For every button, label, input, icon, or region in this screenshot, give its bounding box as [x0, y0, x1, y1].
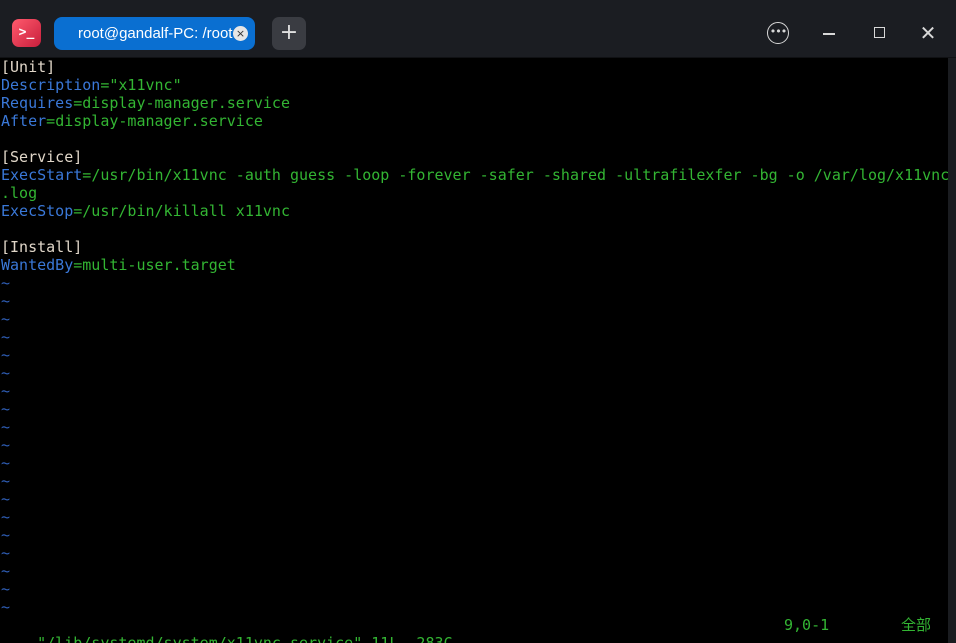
- editor-line: [Service]: [0, 148, 949, 166]
- empty-line-tilde: ~: [1, 328, 11, 346]
- section-header: [Install]: [1, 238, 83, 256]
- editor-line: After=display-manager.service: [0, 112, 949, 130]
- maximize-button[interactable]: [869, 22, 891, 44]
- empty-line-tilde: ~: [1, 508, 11, 526]
- config-separator: =: [82, 166, 92, 184]
- editor-line: [Unit]: [0, 58, 949, 76]
- empty-line-tilde: ~: [1, 544, 11, 562]
- config-value: .log: [1, 184, 38, 202]
- window-edge: [948, 58, 956, 643]
- empty-line-tilde: ~: [1, 526, 11, 544]
- empty-line-tilde: ~: [1, 562, 11, 580]
- empty-line-tilde: ~: [1, 400, 11, 418]
- empty-line-tilde: ~: [1, 580, 11, 598]
- editor-buffer: [Unit] Description="x11vnc" Requires=displ…: [0, 58, 949, 616]
- terminal-icon[interactable]: >_: [12, 19, 41, 47]
- editor-line: ExecStop=/usr/bin/killall x11vnc: [0, 202, 949, 220]
- status-file-info: "/lib/systemd/system/x11vnc.service" 11L…: [37, 634, 453, 643]
- title-bar: >_ root@gandalf-PC: /root × + ••• ✕: [0, 0, 956, 58]
- empty-line-tilde: ~: [1, 346, 11, 364]
- config-key: Requires: [1, 94, 74, 112]
- new-tab-button[interactable]: +: [272, 17, 306, 50]
- config-separator: =: [46, 112, 56, 130]
- empty-line-tilde: ~: [1, 598, 11, 616]
- config-key: WantedBy: [1, 256, 74, 274]
- config-separator: =: [73, 256, 83, 274]
- config-value: multi-user.target: [82, 256, 236, 274]
- minimize-button[interactable]: [818, 22, 840, 44]
- config-separator: =: [73, 202, 83, 220]
- empty-line-tilde: ~: [1, 490, 11, 508]
- minimize-icon: [823, 33, 835, 35]
- status-cursor-position: 9,0-1: [784, 616, 830, 634]
- config-key: After: [1, 112, 47, 130]
- empty-line-tilde: ~: [1, 436, 11, 454]
- empty-line-tilde: ~: [1, 472, 11, 490]
- editor-line: [Install]: [0, 238, 949, 256]
- empty-line-tilde: ~: [1, 382, 11, 400]
- config-value: display-manager.service: [82, 94, 290, 112]
- config-key: ExecStart: [1, 166, 83, 184]
- empty-line-tilde: ~: [1, 418, 11, 436]
- config-separator: =: [73, 94, 83, 112]
- empty-line-tilde: ~: [1, 454, 11, 472]
- section-header: [Unit]: [1, 58, 56, 76]
- editor-line: Requires=display-manager.service: [0, 94, 949, 112]
- empty-line-tilde: ~: [1, 274, 11, 292]
- editor-line: Description="x11vnc": [0, 76, 949, 94]
- terminal-view[interactable]: [Unit] Description="x11vnc" Requires=displ…: [0, 58, 949, 643]
- editor-line: WantedBy=multi-user.target: [0, 256, 949, 274]
- tab-close-icon[interactable]: ×: [233, 26, 248, 41]
- tab-terminal[interactable]: root@gandalf-PC: /root ×: [54, 17, 255, 50]
- config-value: "x11vnc": [109, 76, 182, 94]
- empty-line-tilde: ~: [1, 364, 11, 382]
- config-key: ExecStop: [1, 202, 74, 220]
- vim-status-line: "/lib/systemd/system/x11vnc.service" 11L…: [0, 616, 948, 643]
- close-button[interactable]: ✕: [917, 22, 939, 44]
- empty-line-tilde: ~: [1, 310, 11, 328]
- config-value: /usr/bin/x11vnc -auth guess -loop -forev…: [91, 166, 950, 184]
- section-header: [Service]: [1, 148, 83, 166]
- empty-line-tilde: ~: [1, 292, 11, 310]
- tab-title: root@gandalf-PC: /root: [78, 25, 233, 42]
- more-options-icon[interactable]: •••: [767, 22, 789, 44]
- editor-line: .log: [0, 184, 949, 202]
- maximize-icon: [874, 27, 885, 38]
- status-scroll-indicator: 全部: [901, 616, 932, 634]
- editor-line: ExecStart=/usr/bin/x11vnc -auth guess -l…: [0, 166, 949, 184]
- config-value: /usr/bin/killall x11vnc: [82, 202, 290, 220]
- config-value: display-manager.service: [55, 112, 263, 130]
- config-key: Description: [1, 76, 101, 94]
